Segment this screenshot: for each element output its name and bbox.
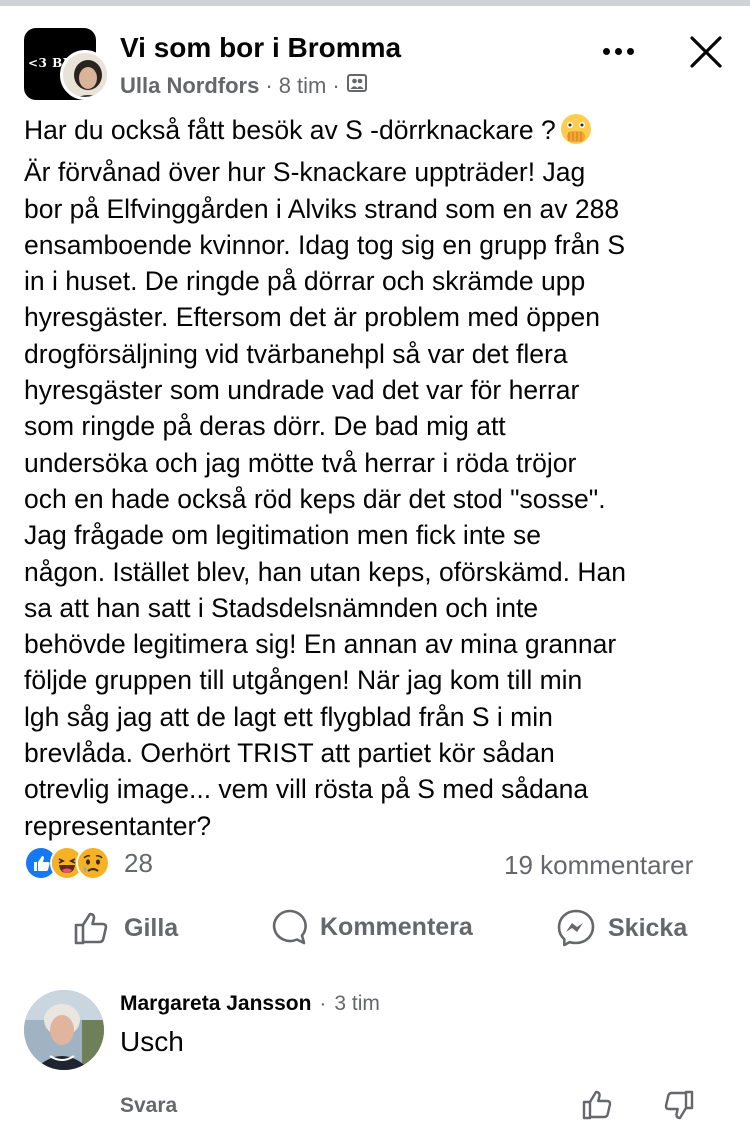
commenter-name[interactable]: Margareta Jansson xyxy=(120,992,311,1016)
post-line: lgh såg jag att de lagt ett flygblad frå… xyxy=(24,701,553,732)
comment-downvote-button[interactable] xyxy=(660,1087,696,1128)
post-time[interactable]: 8 tim xyxy=(279,73,327,99)
post-line: sa att han satt i Stadsdelsnämnden och i… xyxy=(24,592,539,623)
author-avatar[interactable] xyxy=(60,50,110,100)
meta-separator: · xyxy=(332,73,340,98)
reaction-count: 28 xyxy=(124,847,153,878)
post-line: drogförsäljning vid tvärbanehpl så var d… xyxy=(24,338,568,369)
comment-text: Usch xyxy=(120,1026,184,1057)
send-label: Skicka xyxy=(608,913,688,942)
post-line: och en hade också röd keps där det stod … xyxy=(24,483,606,514)
post-line: brevlåda. Oerhört TRIST att partiet kör … xyxy=(24,738,555,769)
top-divider xyxy=(0,0,750,6)
like-button[interactable]: Gilla xyxy=(72,908,178,948)
comment-separator: · xyxy=(319,992,327,1015)
commenter-avatar[interactable] xyxy=(24,990,104,1070)
more-dot xyxy=(614,47,622,55)
post-line-text: Har du också fått besök av S -dörrknacka… xyxy=(24,115,556,145)
reply-button[interactable]: Svara xyxy=(120,1094,177,1118)
post-line: som ringde på deras dörr. De bad mig att xyxy=(24,411,506,442)
post-text: Har du också fått besök av S -dörrknacka… xyxy=(24,112,730,844)
messenger-icon xyxy=(557,909,595,947)
comment-bubble-icon xyxy=(272,909,307,945)
thumbs-up-icon xyxy=(74,912,108,945)
comment-button[interactable]: Kommentera xyxy=(270,908,473,946)
like-label: Gilla xyxy=(124,913,179,942)
comment-label: Kommentera xyxy=(320,912,473,941)
author-name[interactable]: Ulla Nordfors xyxy=(120,73,259,99)
post-line: otrevlig image... vem vill rösta på S me… xyxy=(24,774,589,805)
post-line: undersöka och jag mötte två herrar i röd… xyxy=(24,447,577,478)
post-line: ensamboende kvinnor. Idag tog sig en gru… xyxy=(24,229,626,260)
post-line: följde gruppen till utgången! När jag ko… xyxy=(24,665,583,696)
post-line: någon. Istället blev, han utan keps, ofö… xyxy=(24,556,627,587)
group-name[interactable]: Vi som bor i Bromma xyxy=(120,32,401,64)
post-meta: Ulla Nordfors · 8 tim · xyxy=(120,72,368,100)
post-line: behövde legitimera sig! En annan av mina… xyxy=(24,629,617,660)
post-line: hyresgäster som undrade vad det var för … xyxy=(24,375,580,406)
face-with-hand-over-mouth-icon xyxy=(560,113,592,154)
meta-separator: · xyxy=(265,73,273,98)
group-icon xyxy=(346,72,368,100)
close-button[interactable] xyxy=(684,30,728,74)
post-line: hyresgäster. Eftersom det är problem med… xyxy=(24,302,600,333)
reactions-summary[interactable]: 28 xyxy=(24,846,153,880)
more-options-button[interactable] xyxy=(598,36,638,66)
more-horizontal-icon xyxy=(602,47,610,55)
post-line: Jag frågade om legitimation men fick int… xyxy=(24,520,542,551)
comment-time[interactable]: 3 tim xyxy=(334,992,380,1016)
comment-header: Margareta Jansson · 3 tim xyxy=(120,992,380,1016)
comment-upvote-button[interactable] xyxy=(580,1087,616,1128)
post-line: Har du också fått besök av S -dörrknacka… xyxy=(24,112,730,154)
more-dot xyxy=(626,47,634,55)
thumbs-down-outline-icon xyxy=(664,1090,694,1120)
post-line: Är förvånad över hur S-knackare uppträde… xyxy=(24,157,586,188)
thumbs-up-outline-icon xyxy=(582,1090,612,1120)
post-line: bor på Elfvinggården i Alviks strand som… xyxy=(24,193,620,224)
comment-count-link[interactable]: 19 kommentarer xyxy=(504,850,693,881)
sad-reaction-icon xyxy=(76,846,110,880)
post-line: in i huset. De ringde på dörrar och skrä… xyxy=(24,266,586,297)
close-icon xyxy=(690,36,722,68)
post-line: representanter? xyxy=(24,810,212,841)
send-button[interactable]: Skicka xyxy=(556,908,687,948)
